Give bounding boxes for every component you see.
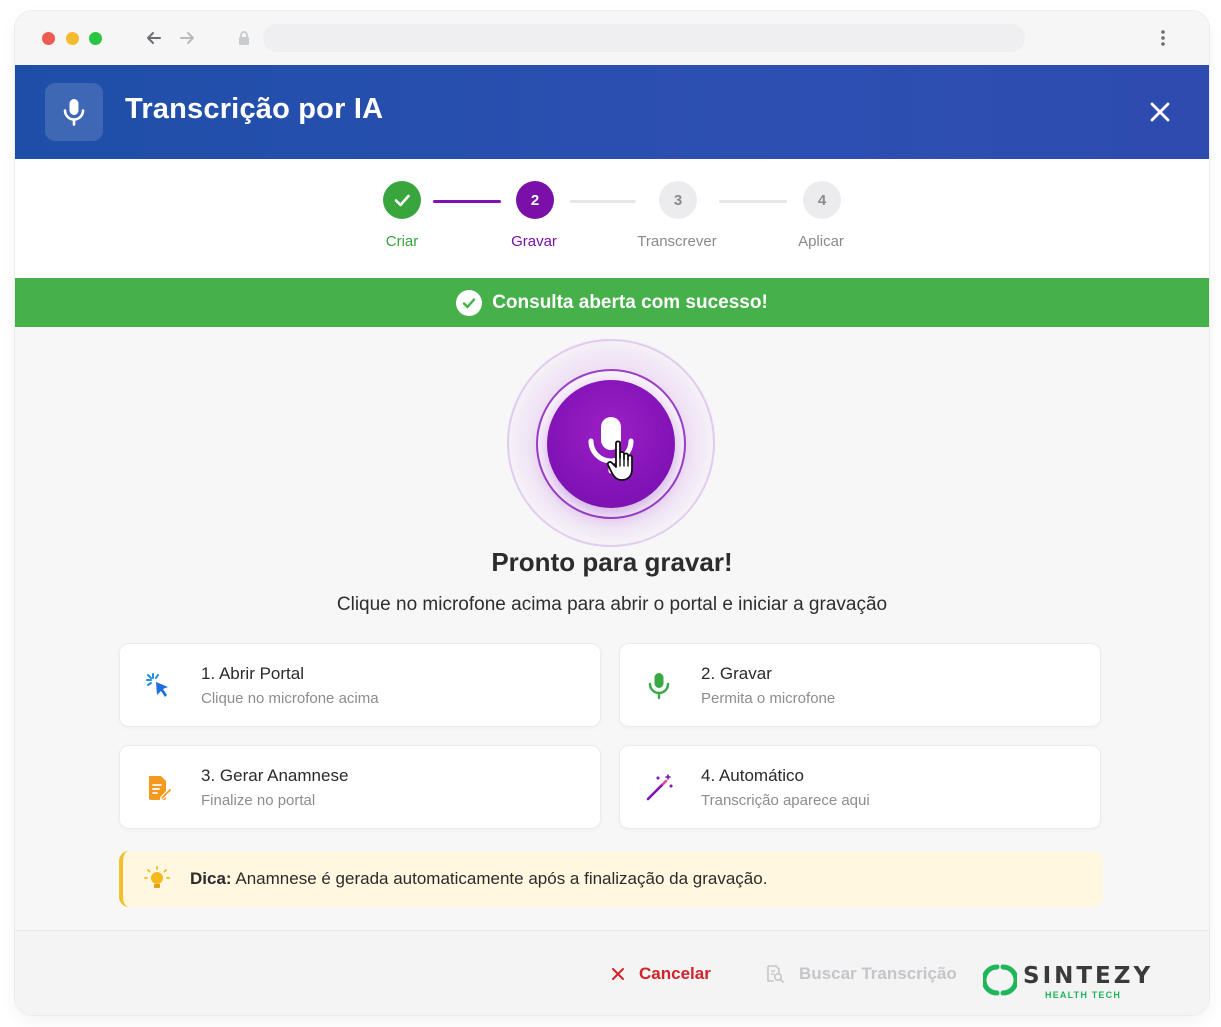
sintezy-logo: SINTEZY HEALTH TECH <box>983 961 1150 1001</box>
tip-text: Dica: Anamnese é gerada automaticamente … <box>190 869 767 889</box>
step-1-circle <box>383 181 421 219</box>
window-maximize-dot[interactable] <box>89 32 102 45</box>
cancel-button[interactable]: Cancelar <box>611 961 711 987</box>
close-icon <box>612 968 624 980</box>
step-4-circle: 4 <box>803 181 841 219</box>
window-close-dot[interactable] <box>42 32 55 45</box>
step-2-circle: 2 <box>516 181 554 219</box>
document-search-icon <box>767 965 784 983</box>
more-options-icon[interactable] <box>1155 28 1171 48</box>
card-description: Clique no microfone acima <box>201 690 379 707</box>
browser-toolbar <box>15 11 1209 65</box>
header-icon-box <box>45 83 103 141</box>
lightbulb-icon <box>144 866 170 888</box>
step-connector-3 <box>719 200 787 203</box>
check-circle-icon <box>456 289 483 316</box>
microphone-icon <box>63 99 85 126</box>
search-transcription-label: Buscar Transcrição <box>799 964 957 983</box>
address-bar[interactable] <box>263 24 1025 52</box>
card-title: 2. Gravar <box>701 664 772 683</box>
step-label-transcrever: Transcrever <box>637 233 717 250</box>
document-edit-icon <box>149 776 173 801</box>
step-label-criar: Criar <box>385 233 419 250</box>
tip-label: Dica: <box>190 869 232 888</box>
step-connector-1 <box>433 200 501 203</box>
ready-title: Pronto para gravar! <box>491 547 733 577</box>
instruction-card-automatico: 4. Automático Transcrição aparece aqui <box>619 745 1101 829</box>
forward-arrow-icon[interactable] <box>176 27 198 49</box>
instruction-card-gravar: 2. Gravar Permita o microfone <box>619 643 1101 727</box>
tip-box: Dica: Anamnese é gerada automaticamente … <box>119 851 1103 907</box>
page-title: Transcrição por IA <box>125 93 384 125</box>
card-description: Permita o microfone <box>701 690 836 707</box>
card-description: Transcrição aparece aqui <box>701 792 870 809</box>
step-label-aplicar: Aplicar <box>798 233 844 250</box>
logo-name: SINTEZY <box>1023 963 1154 989</box>
card-description: Finalize no portal <box>201 792 316 809</box>
modal-header: Transcrição por IA <box>15 65 1209 159</box>
modal-footer: Cancelar Buscar Transcrição SINTEZY HEAL… <box>15 930 1209 1015</box>
back-arrow-icon[interactable] <box>143 27 165 49</box>
ready-subtitle: Clique no microfone acima para abrir o p… <box>336 594 888 615</box>
close-icon[interactable] <box>1145 97 1175 127</box>
progress-stepper: 2 3 4 Criar Gravar Transcrever Aplicar <box>15 159 1209 278</box>
card-title: 4. Automático <box>701 766 805 785</box>
search-transcription-button[interactable]: Buscar Transcrição <box>765 961 957 987</box>
check-icon <box>394 194 410 207</box>
success-banner-text: Consulta aberta com sucesso! <box>492 291 768 313</box>
step-3-circle: 3 <box>659 181 697 219</box>
cursor-click-icon <box>146 673 168 697</box>
success-banner: Consulta aberta com sucesso! <box>15 278 1209 327</box>
instruction-card-gerar-anamnese: 3. Gerar Anamnese Finalize no portal <box>119 745 601 829</box>
window-minimize-dot[interactable] <box>66 32 79 45</box>
step-label-gravar: Gravar <box>511 233 557 250</box>
microphone-icon <box>648 673 670 700</box>
cancel-label: Cancelar <box>639 964 711 983</box>
card-title: 3. Gerar Anamnese <box>201 766 349 785</box>
tip-message: Anamnese é gerada automaticamente após a… <box>235 869 768 888</box>
instruction-card-abrir-portal: 1. Abrir Portal Clique no microfone acim… <box>119 643 601 727</box>
pointer-hand-icon <box>606 440 633 481</box>
app-window: Transcrição por IA 2 3 4 Criar Gravar Tr… <box>15 11 1209 1015</box>
step-connector-2 <box>570 200 636 203</box>
logo-tagline: HEALTH TECH <box>1045 990 1122 1000</box>
lock-icon <box>239 31 249 45</box>
card-title: 1. Abrir Portal <box>201 664 304 683</box>
sintezy-logo-mark-icon <box>983 964 1017 996</box>
magic-wand-icon <box>646 774 673 801</box>
